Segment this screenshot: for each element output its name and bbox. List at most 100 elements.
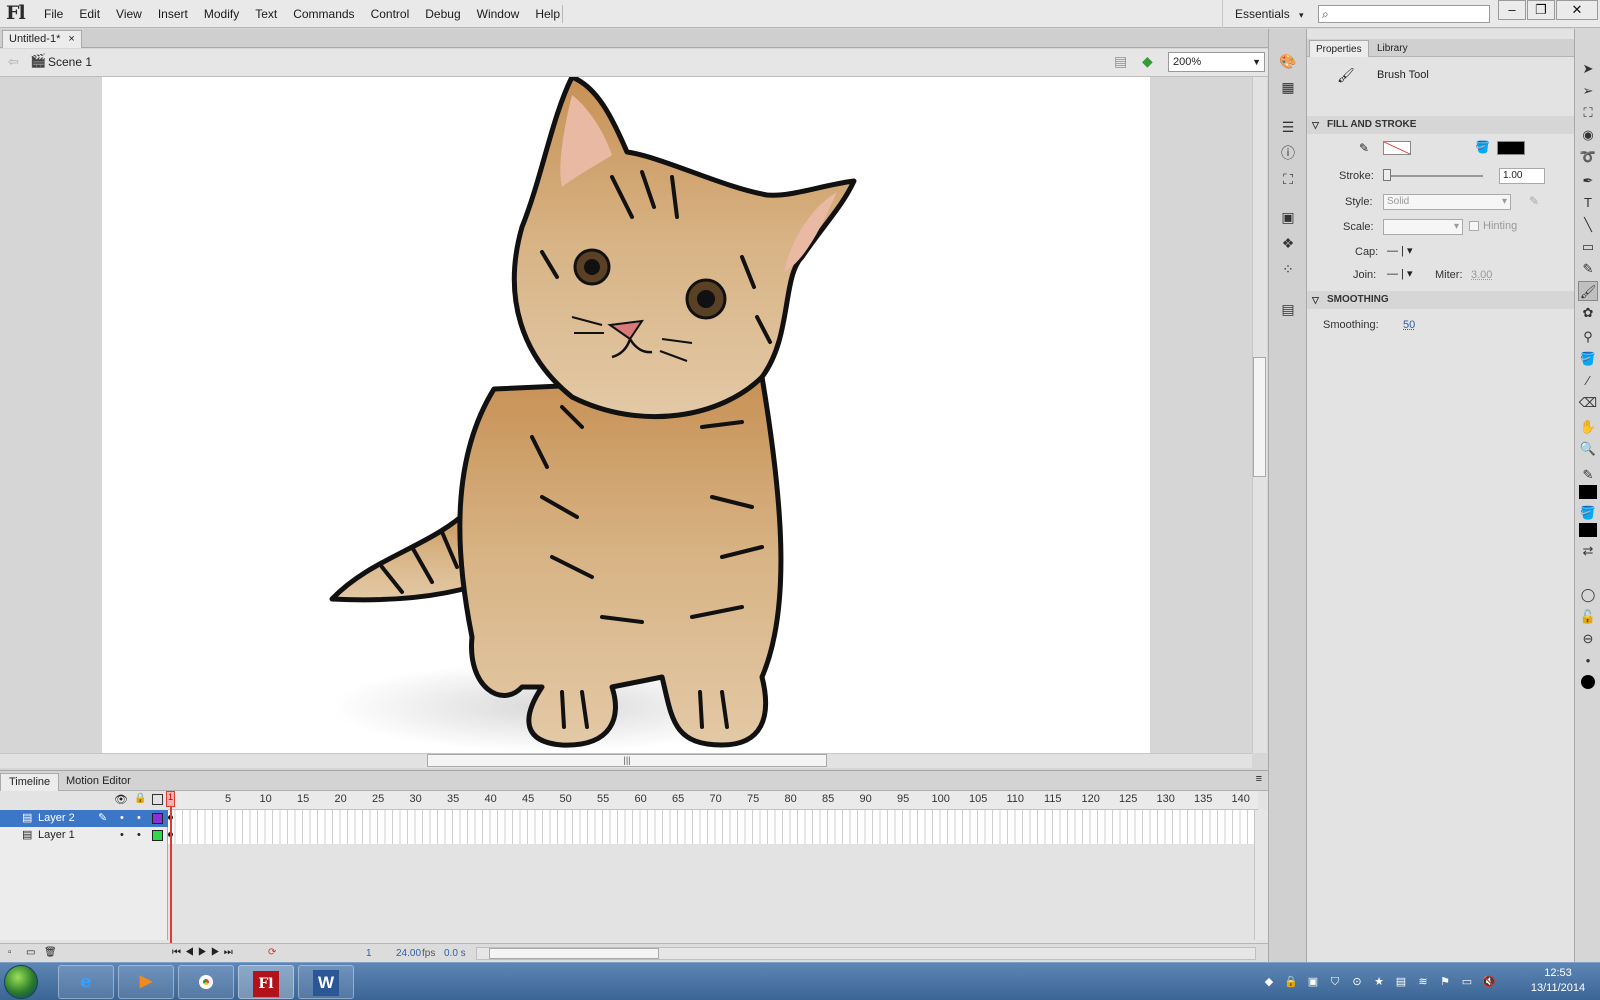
fill-color-swatch[interactable] (1497, 141, 1525, 155)
3d-rotation-tool-icon[interactable]: ◉ (1578, 125, 1598, 145)
bone-tool-icon[interactable]: ⚲ (1578, 327, 1598, 347)
frame-row[interactable] (168, 827, 1258, 844)
line-tool-icon[interactable]: ╲ (1578, 215, 1598, 235)
brush-tool-icon[interactable]: 🖌 (1578, 281, 1598, 301)
code-snippets-icon[interactable]: ▣ (1278, 207, 1298, 227)
playhead[interactable]: 1 (166, 791, 175, 946)
layer-color-swatch[interactable] (152, 830, 163, 841)
back-arrow-icon[interactable]: ⇦ (8, 54, 19, 70)
brush-size-icon[interactable]: • (1578, 651, 1598, 671)
tab-properties[interactable]: Properties (1309, 40, 1369, 57)
document-tab[interactable]: Untitled-1* × (2, 30, 82, 48)
swatches-icon[interactable]: ▦ (1278, 77, 1298, 97)
stage-canvas[interactable] (102, 77, 1150, 753)
close-button[interactable]: ✕ (1556, 0, 1598, 20)
menu-insert[interactable]: Insert (150, 0, 196, 28)
lasso-tool-icon[interactable]: ➰ (1578, 147, 1598, 167)
edit-symbols-icon[interactable]: ◆ (1142, 53, 1153, 70)
cap-select[interactable]: — | ▾ (1387, 244, 1413, 257)
tray-wifi-icon[interactable]: ≋ (1416, 975, 1430, 989)
restore-button[interactable]: ❐ (1527, 0, 1555, 20)
frame-row[interactable] (168, 810, 1258, 827)
timeline-scroll-thumb[interactable] (489, 948, 659, 959)
hand-tool-icon[interactable]: ✋ (1578, 417, 1598, 437)
stroke-color-swatch[interactable] (1579, 485, 1597, 499)
word-icon[interactable]: W (298, 965, 354, 999)
stroke-color-swatch[interactable] (1383, 141, 1411, 155)
close-icon[interactable]: × (68, 31, 74, 48)
timeline-horizontal-scrollbar[interactable] (476, 947, 1256, 960)
chrome-icon[interactable] (178, 965, 234, 999)
tray-star-icon[interactable]: ★ (1372, 975, 1386, 989)
zoom-tool-icon[interactable]: 🔍 (1578, 439, 1598, 459)
subselection-tool-icon[interactable]: ➢ (1578, 81, 1598, 101)
tray-network-icon[interactable]: ◆ (1262, 975, 1276, 989)
pencil-tool-icon[interactable]: ✎ (1578, 259, 1598, 279)
stroke-slider-thumb[interactable] (1383, 169, 1391, 181)
frame-grid[interactable] (168, 810, 1258, 846)
selection-tool-icon[interactable]: ➤ (1578, 59, 1598, 79)
join-select[interactable]: — | ▾ (1387, 267, 1413, 280)
stroke-slider[interactable] (1383, 175, 1483, 177)
brush-shape-icon[interactable] (1581, 675, 1595, 689)
delete-layer-icon[interactable]: 🗑 (44, 947, 57, 958)
minimize-button[interactable]: – (1498, 0, 1526, 20)
eye-icon[interactable]: 👁 (114, 793, 128, 806)
vertical-scroll-thumb[interactable] (1253, 357, 1266, 477)
menu-commands[interactable]: Commands (285, 0, 362, 28)
outline-icon[interactable] (152, 794, 163, 805)
tab-library[interactable]: Library (1371, 40, 1414, 57)
tray-lock-icon[interactable]: 🔒 (1284, 975, 1298, 989)
system-clock[interactable]: 12:53 13/11/2014 (1520, 966, 1596, 996)
layer-row[interactable]: ▤ Layer 2 ✎ • • (0, 810, 168, 827)
free-transform-tool-icon[interactable]: ⛶ (1578, 103, 1598, 123)
visibility-dot[interactable]: • (120, 810, 124, 827)
smoothing-value[interactable]: 50 (1403, 319, 1415, 331)
object-drawing-icon[interactable]: ◯ (1578, 585, 1598, 605)
miter-value[interactable]: 3.00 (1471, 269, 1492, 281)
hinting-checkbox[interactable] (1469, 221, 1479, 231)
visibility-dot[interactable]: • (120, 827, 124, 844)
paint-bucket-tool-icon[interactable]: 🪣 (1578, 349, 1598, 369)
info-icon[interactable]: ⓘ (1278, 143, 1298, 163)
media-player-icon[interactable]: ▶ (118, 965, 174, 999)
rectangle-tool-icon[interactable]: ▭ (1578, 237, 1598, 257)
kitten-artwork[interactable] (102, 77, 1150, 753)
onion-skin-icon[interactable]: ⟳ (268, 947, 276, 958)
tab-timeline[interactable]: Timeline (0, 773, 60, 791)
menu-control[interactable]: Control (363, 0, 418, 28)
start-button[interactable] (4, 965, 38, 999)
lock-dot[interactable]: • (137, 827, 141, 844)
menu-text[interactable]: Text (247, 0, 285, 28)
pen-tool-icon[interactable]: ✒ (1578, 171, 1598, 191)
align-icon[interactable]: ☰ (1278, 117, 1298, 137)
zoom-select[interactable]: 200% ▼ (1168, 52, 1265, 72)
menu-debug[interactable]: Debug (417, 0, 468, 28)
text-tool-icon[interactable]: T (1578, 193, 1598, 213)
tray-monitor-icon[interactable]: ▭ (1460, 975, 1474, 989)
transform-icon[interactable]: ⛶ (1278, 169, 1298, 189)
help-search-input[interactable]: ⌕ (1318, 5, 1490, 23)
project-icon[interactable]: ▤ (1278, 299, 1298, 319)
menu-view[interactable]: View (108, 0, 150, 28)
scene-label[interactable]: Scene 1 (48, 55, 92, 69)
tab-motion-editor[interactable]: Motion Editor (58, 773, 139, 791)
layer-row[interactable]: ▤ Layer 1 • • (0, 827, 168, 844)
edit-stroke-style-icon[interactable]: ✎ (1529, 194, 1539, 208)
lock-dot[interactable]: • (137, 810, 141, 827)
layer-color-swatch[interactable] (152, 813, 163, 824)
workspace-switcher[interactable]: Essentials ▾ (1222, 0, 1316, 28)
lock-icon[interactable]: 🔒 (134, 793, 146, 804)
style-select[interactable]: Solid ▾ (1383, 194, 1511, 210)
color-panel-icon[interactable]: 🎨 (1278, 51, 1298, 71)
tray-shield-icon[interactable]: ⛉ (1328, 975, 1342, 989)
swap-colors-icon[interactable]: ⇄ (1578, 541, 1598, 561)
scale-select[interactable]: ▾ (1383, 219, 1463, 235)
frame-ruler[interactable]: 5 10 15 20 25 30 35 40 45 50 55 60 65 70 75 80 85 90 95 100… (168, 791, 1258, 810)
deco-tool-icon[interactable]: ✿ (1578, 303, 1598, 323)
fps-value[interactable]: 24.00 (396, 948, 421, 959)
brush-mode-icon[interactable]: ⊖ (1578, 629, 1598, 649)
edit-scene-icon[interactable]: ▤ (1114, 53, 1127, 70)
playback-controls[interactable]: ⏮◀▶▶⏭ (172, 947, 237, 958)
stage-pasteboard[interactable] (0, 77, 1250, 753)
